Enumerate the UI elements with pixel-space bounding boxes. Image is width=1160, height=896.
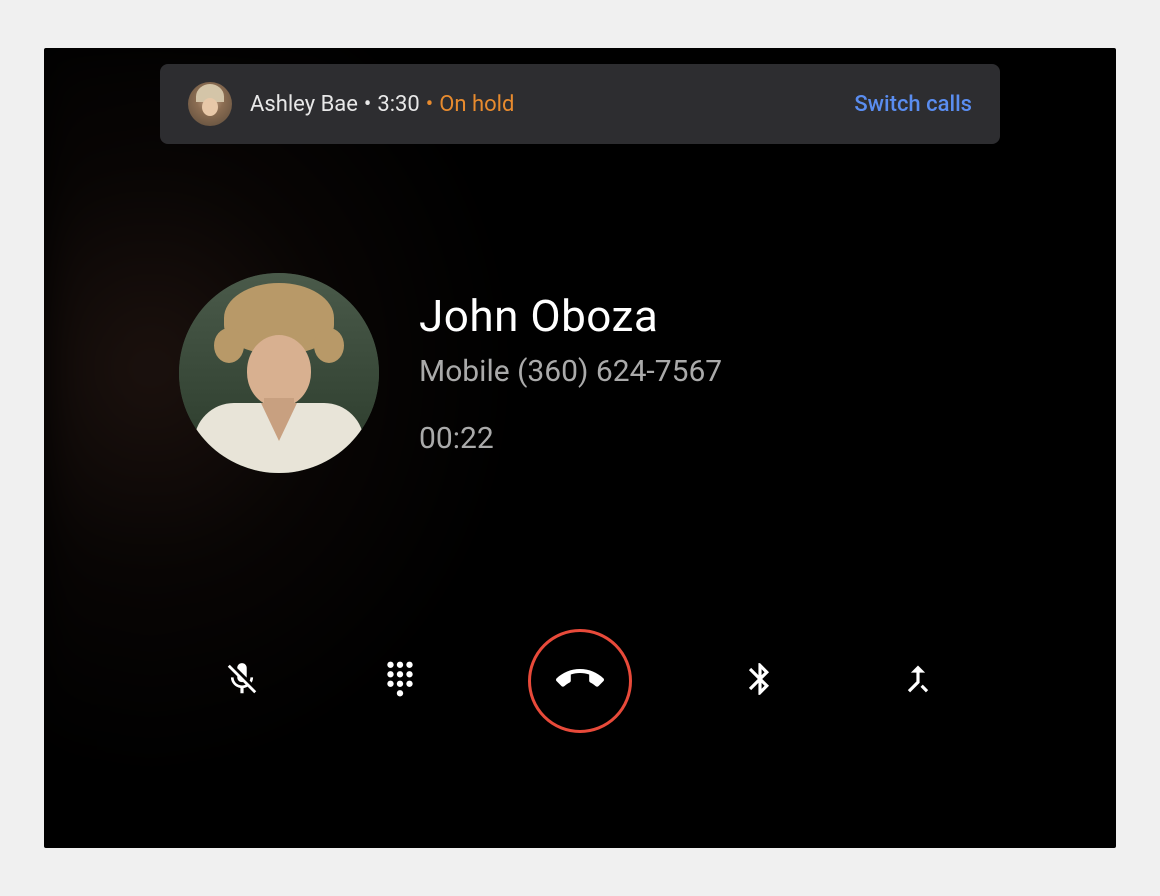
active-caller-info: John Oboza Mobile (360) 624-7567 00:22	[179, 273, 722, 473]
held-call-text: Ashley Bae • 3:30 • On hold	[250, 92, 514, 117]
dialpad-button[interactable]	[370, 651, 430, 711]
merge-icon	[899, 660, 937, 702]
active-caller-avatar	[179, 273, 379, 473]
bluetooth-button[interactable]	[730, 651, 790, 711]
active-caller-number: Mobile (360) 624-7567	[419, 354, 722, 389]
call-duration: 00:22	[419, 421, 722, 456]
call-controls	[44, 629, 1116, 733]
held-call-status: On hold	[439, 92, 514, 117]
separator-dot: •	[426, 92, 433, 117]
switch-calls-button[interactable]: Switch calls	[854, 92, 972, 117]
held-call-time: 3:30	[377, 92, 419, 117]
bluetooth-icon	[741, 660, 779, 702]
held-call-banner: Ashley Bae • 3:30 • On hold Switch calls	[160, 64, 1000, 144]
hangup-icon	[556, 655, 604, 707]
active-caller-name: John Oboza	[419, 290, 722, 342]
held-caller-avatar	[188, 82, 232, 126]
call-screen: Ashley Bae • 3:30 • On hold Switch calls…	[44, 48, 1116, 848]
merge-calls-button[interactable]	[888, 651, 948, 711]
mute-button[interactable]	[212, 651, 272, 711]
end-call-button[interactable]	[528, 629, 632, 733]
active-caller-text: John Oboza Mobile (360) 624-7567 00:22	[419, 290, 722, 456]
mic-off-icon	[223, 660, 261, 702]
held-caller-name: Ashley Bae	[250, 92, 358, 117]
separator-dot: •	[364, 92, 371, 117]
dialpad-icon	[381, 660, 419, 702]
